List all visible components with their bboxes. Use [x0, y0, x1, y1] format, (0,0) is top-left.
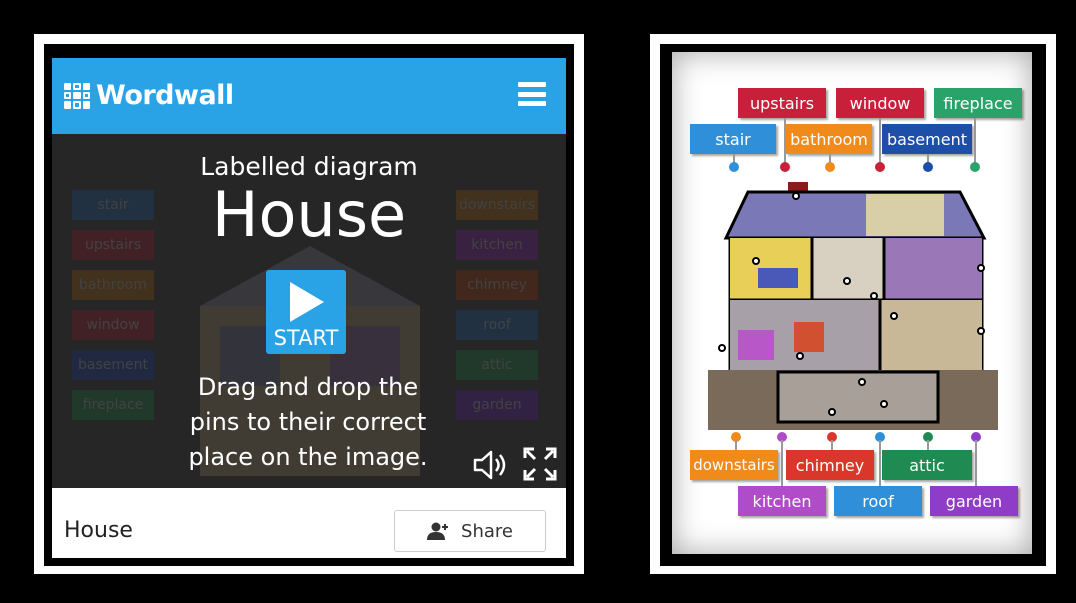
ghost-label: garden	[456, 390, 538, 420]
label-stair[interactable]: stair	[690, 124, 776, 154]
fullscreen-icon[interactable]	[522, 446, 558, 482]
label-basement[interactable]: basement	[882, 124, 972, 154]
label-fireplace[interactable]: fireplace	[934, 88, 1022, 118]
person-icon	[427, 522, 449, 540]
label-kitchen[interactable]: kitchen	[738, 486, 826, 516]
ghost-label: bathroom	[72, 270, 154, 300]
start-label: START	[273, 326, 339, 350]
speaker-icon[interactable]	[472, 448, 508, 482]
ghost-label: window	[72, 310, 154, 340]
wordwall-activity: Wordwall stair upstairs bathroom window …	[52, 58, 566, 558]
label-window[interactable]: window	[836, 88, 924, 118]
house-diagram-image: upstairs window fireplace stair bathroom…	[672, 52, 1032, 554]
hamburger-menu-icon[interactable]	[518, 82, 546, 106]
share-button[interactable]: Share	[394, 510, 546, 552]
wordwall-logo[interactable]: Wordwall	[64, 80, 234, 111]
label-bathroom[interactable]: bathroom	[786, 124, 872, 154]
ghost-label: chimney	[456, 270, 538, 300]
activity-title: House	[211, 178, 407, 251]
label-downstairs[interactable]: downstairs	[690, 450, 778, 480]
footer-title: House	[64, 518, 133, 543]
wordwall-logo-icon	[64, 82, 90, 109]
wordwall-logo-text: Wordwall	[96, 80, 234, 111]
label-roof[interactable]: roof	[834, 486, 922, 516]
instructions-text: Drag and drop the pins to their correct …	[188, 373, 428, 471]
label-garden[interactable]: garden	[930, 486, 1018, 516]
ghost-label: fireplace	[72, 390, 154, 420]
house-illustration	[708, 182, 998, 430]
label-attic[interactable]: attic	[882, 450, 972, 480]
activity-footer: House Share	[52, 488, 566, 558]
activity-type: Labelled diagram	[200, 152, 418, 181]
label-upstairs[interactable]: upstairs	[738, 88, 826, 118]
share-label: Share	[461, 520, 513, 542]
wordwall-header: Wordwall	[52, 58, 566, 134]
start-button[interactable]: START	[266, 270, 346, 354]
ghost-label: basement	[72, 350, 154, 380]
play-icon	[290, 282, 324, 322]
ghost-label: attic	[456, 350, 538, 380]
label-chimney[interactable]: chimney	[786, 450, 874, 480]
ghost-label: roof	[456, 310, 538, 340]
